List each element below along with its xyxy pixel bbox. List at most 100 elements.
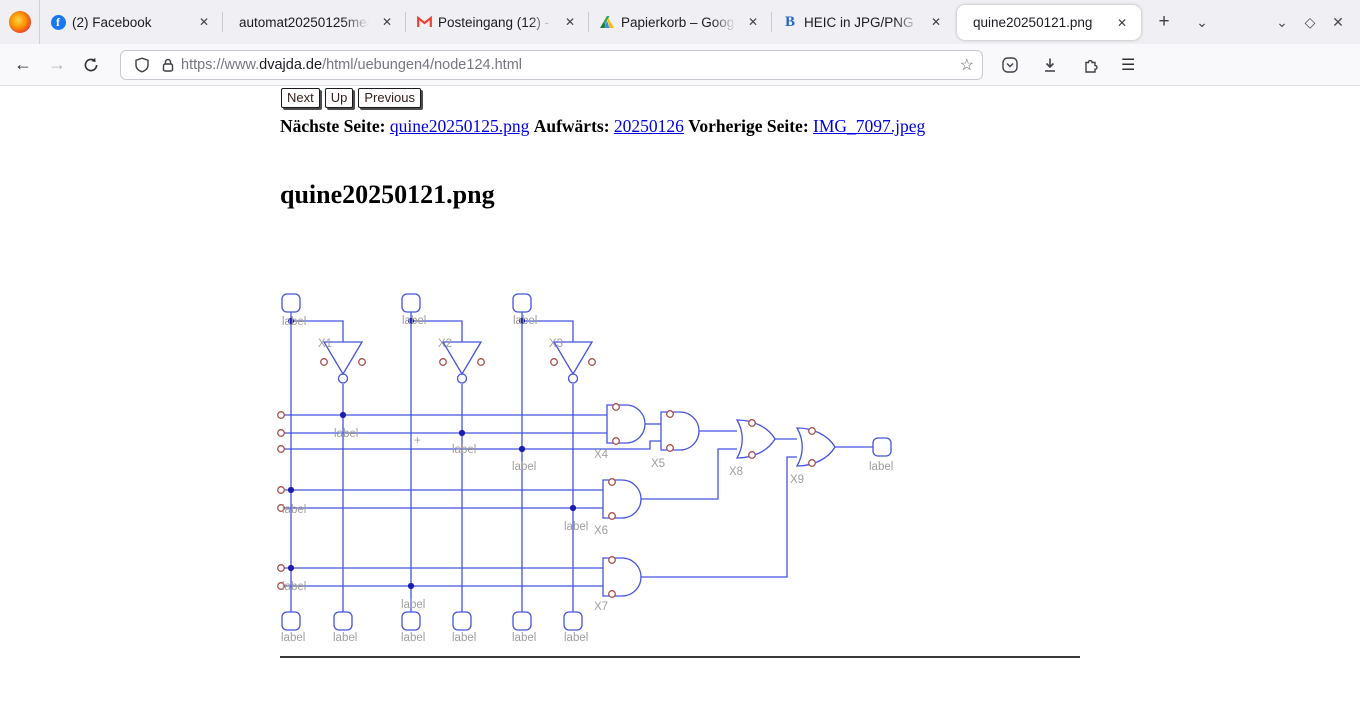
- output-terminal-box: [564, 612, 582, 630]
- tab-close-icon[interactable]: ✕: [927, 13, 945, 31]
- reload-button[interactable]: [74, 57, 108, 73]
- circuit-diagram: X1X2X3X4X5X6X7X8X9labellabellabellabel+l…: [270, 280, 910, 660]
- junction-dot: [340, 412, 346, 418]
- up-button[interactable]: Up: [325, 88, 354, 108]
- port-dot: [589, 359, 596, 366]
- port-dot: [609, 591, 616, 598]
- junction-dot: [288, 565, 294, 571]
- port-dot: [440, 359, 447, 366]
- junction-dot: [408, 583, 414, 589]
- and-gate-X4: [607, 405, 645, 443]
- tab-close-icon[interactable]: ✕: [195, 13, 213, 31]
- port-dot: [278, 412, 285, 419]
- tab-quine-active[interactable]: quine20250121.png ✕: [957, 5, 1141, 40]
- extensions-icon[interactable]: [1081, 56, 1099, 74]
- output-terminal-box: [402, 612, 420, 630]
- and-gate-X6: [603, 480, 641, 518]
- back-button[interactable]: ←: [6, 54, 40, 75]
- port-dot: [321, 359, 328, 366]
- gate-name-label: X7: [594, 601, 608, 613]
- tab-automat[interactable]: automat20250125mealy ✕: [223, 0, 406, 44]
- and-gate-X5: [661, 412, 699, 450]
- port-dot: [278, 430, 285, 437]
- placeholder-label: label: [402, 315, 426, 327]
- forward-button: →: [40, 54, 74, 75]
- placeholder-label: label: [869, 461, 893, 473]
- placeholder-label: label: [452, 632, 476, 644]
- port-dot: [749, 420, 756, 427]
- not-bubble-X3: [569, 374, 578, 383]
- port-dot: [609, 479, 616, 486]
- pocket-icon[interactable]: [1001, 56, 1019, 74]
- tab-title: (2) Facebook: [72, 15, 189, 30]
- previous-button[interactable]: Previous: [358, 88, 421, 108]
- horizontal-rule: [280, 656, 1080, 658]
- previous-page-link[interactable]: IMG_7097.jpeg: [813, 116, 925, 136]
- output-terminal-box: [282, 612, 300, 630]
- up-link[interactable]: 20250126: [614, 116, 684, 136]
- output-terminal-box: [873, 438, 891, 456]
- next-page-link[interactable]: quine20250125.png: [390, 116, 530, 136]
- gate-name-label: X3: [549, 338, 563, 350]
- port-dot: [667, 445, 674, 452]
- junction-dot: [459, 430, 465, 436]
- list-all-tabs-icon[interactable]: ⌄: [1187, 0, 1217, 44]
- close-window-button[interactable]: ✕: [1324, 0, 1352, 44]
- navigation-toolbar: ← → https://www.dvajda.de/html/uebungen4…: [0, 44, 1360, 86]
- next-button[interactable]: Next: [281, 88, 320, 108]
- gate-name-label: X8: [729, 466, 743, 478]
- port-dot: [278, 565, 285, 572]
- tab-close-icon[interactable]: ✕: [1113, 14, 1131, 32]
- placeholder-label: label: [512, 461, 536, 473]
- gate-name-label: X6: [594, 525, 608, 537]
- minimize-button[interactable]: ⌄: [1268, 0, 1296, 44]
- maximize-button[interactable]: ◇: [1296, 0, 1324, 44]
- port-dot: [667, 411, 674, 418]
- tab-close-icon[interactable]: ✕: [561, 13, 579, 31]
- tab-close-icon[interactable]: ✕: [378, 13, 396, 31]
- previous-page-label: Vorherige Seite:: [688, 116, 808, 136]
- bookmark-star-icon[interactable]: ☆: [960, 55, 974, 75]
- url-text[interactable]: https://www.dvajda.de/html/uebungen4/nod…: [181, 57, 954, 73]
- firefox-menu-button[interactable]: [0, 0, 40, 44]
- output-terminal-box: [453, 612, 471, 630]
- lock-icon: [160, 57, 176, 73]
- port-dot: [551, 359, 558, 366]
- placeholder-label: label: [564, 521, 588, 533]
- placeholder-label: label: [333, 632, 357, 644]
- tab-papierkorb[interactable]: Papierkorb – Google ✕: [589, 0, 772, 44]
- page-content: Next Up Previous Nächste Seite: quine202…: [0, 86, 1360, 724]
- tab-facebook[interactable]: f (2) Facebook ✕: [40, 0, 223, 44]
- google-drive-icon: [599, 14, 615, 30]
- input-terminal-box: [402, 294, 420, 312]
- gate-name-label: X5: [651, 458, 665, 470]
- output-terminal-box: [513, 612, 531, 630]
- port-dot: [749, 452, 756, 459]
- or-gate-X9: [797, 428, 835, 466]
- tab-posteingang[interactable]: Posteingang (12) - da ✕: [406, 0, 589, 44]
- downloads-icon[interactable]: [1041, 56, 1059, 74]
- url-bar[interactable]: https://www.dvajda.de/html/uebungen4/nod…: [120, 50, 983, 80]
- placeholder-label: label: [512, 632, 536, 644]
- port-dot: [609, 513, 616, 520]
- placeholder-label: label: [564, 632, 588, 644]
- port-dot: [809, 428, 816, 435]
- menu-hamburger-icon[interactable]: ☰: [1121, 55, 1135, 75]
- tab-heic[interactable]: B HEIC in JPG/PNG um ✕: [772, 0, 955, 44]
- port-dot: [359, 359, 366, 366]
- port-dot: [809, 460, 816, 467]
- tab-title: quine20250121.png: [973, 15, 1107, 30]
- placeholder-label: label: [282, 504, 306, 516]
- placeholder-label: +: [414, 435, 421, 447]
- firefox-icon: [9, 11, 31, 33]
- wire: [641, 457, 797, 577]
- new-tab-button[interactable]: +: [1149, 0, 1179, 44]
- tab-title: HEIC in JPG/PNG um: [804, 15, 921, 30]
- wire: [641, 449, 737, 499]
- page-title: quine20250121.png: [280, 180, 495, 210]
- placeholder-label: label: [282, 581, 306, 593]
- up-label: Aufwärts:: [534, 116, 610, 136]
- port-dot: [613, 404, 620, 411]
- placeholder-label: label: [513, 315, 537, 327]
- tab-close-icon[interactable]: ✕: [744, 13, 762, 31]
